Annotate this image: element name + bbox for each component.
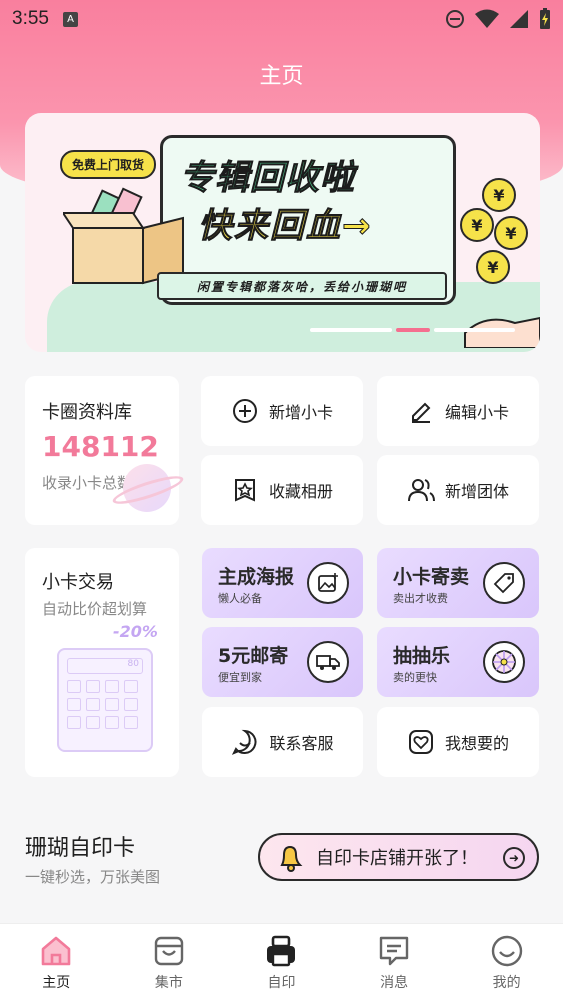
calculator-keys xyxy=(67,680,138,729)
battery-icon xyxy=(540,8,550,29)
add-group-label: 新增团体 xyxy=(444,482,509,501)
contact-service-label: 联系客服 xyxy=(269,734,334,753)
feature-consign[interactable]: 小卡寄卖 卖出才收费 xyxy=(377,548,539,618)
tab-print[interactable]: 自印 xyxy=(225,924,338,1002)
tab-label: 消息 xyxy=(380,975,409,991)
pagination-dot xyxy=(310,328,392,332)
feature-title: 小卡寄卖 xyxy=(393,566,470,588)
feature-subtitle: 卖出才收费 xyxy=(393,592,448,605)
feature-poster[interactable]: 主成海报 懒人必备 xyxy=(202,548,363,618)
tab-label: 集市 xyxy=(154,975,183,991)
coin-icon: ¥ xyxy=(494,216,528,250)
banner-badge: 免费上门取货 xyxy=(60,150,157,179)
do-not-disturb-icon xyxy=(446,10,464,28)
tab-label: 自印 xyxy=(267,975,296,991)
fav-album-button[interactable]: 收藏相册 xyxy=(201,455,363,525)
truck-icon xyxy=(307,641,349,683)
chat-smile-icon xyxy=(231,728,259,756)
group-icon xyxy=(407,476,435,504)
calculator-display: 80 xyxy=(67,658,143,674)
notification-icon: A xyxy=(62,11,78,27)
signal-icon xyxy=(510,10,528,28)
banner-headline-1: 专辑回收啦 xyxy=(180,158,355,199)
star-album-icon xyxy=(231,476,259,504)
arrow-right-icon: ➜ xyxy=(503,847,525,869)
message-icon xyxy=(379,936,409,966)
feature-subtitle: 卖的更快 xyxy=(393,671,437,684)
tab-messages[interactable]: 消息 xyxy=(338,924,451,1002)
tab-market[interactable]: 集市 xyxy=(113,924,226,1002)
fav-album-label: 收藏相册 xyxy=(268,482,333,501)
coin-icon: ¥ xyxy=(460,208,494,242)
library-count: 148112 xyxy=(42,430,159,463)
pagination-dot-active xyxy=(395,328,430,332)
tag-icon xyxy=(483,562,525,604)
status-bar: 3:55 A xyxy=(0,0,563,38)
feature-title: 主成海报 xyxy=(218,566,295,588)
tab-label: 我的 xyxy=(492,975,521,991)
wheel-icon xyxy=(483,641,525,683)
print-section-subtitle: 一键秒选，万张美图 xyxy=(25,868,161,886)
trade-discount: -20% xyxy=(113,622,158,641)
banner-pagination xyxy=(310,328,515,333)
library-title: 卡圈资料库 xyxy=(42,402,132,423)
print-shop-banner[interactable]: 自印卡店铺开张了！ ➜ xyxy=(258,833,539,881)
page-title: 主页 xyxy=(259,63,304,88)
library-subtitle: 收录小卡总数 xyxy=(42,474,133,492)
bell-icon xyxy=(280,845,303,872)
add-card-button[interactable]: 新增小卡 xyxy=(201,376,363,446)
image-add-icon xyxy=(307,562,349,604)
wishlist-button[interactable]: 我想要的 xyxy=(377,707,539,777)
smile-face-icon xyxy=(491,935,522,967)
trade-title: 小卡交易 xyxy=(42,572,114,593)
plus-circle-icon xyxy=(231,397,259,425)
banner-headline-2: 快来回血→ xyxy=(198,206,373,247)
edit-card-label: 编辑小卡 xyxy=(444,403,509,422)
feature-subtitle: 懒人必备 xyxy=(218,592,262,605)
trade-subtitle: 自动比价超划算 xyxy=(42,600,148,618)
heart-box-icon xyxy=(407,728,435,756)
contact-service-button[interactable]: 联系客服 xyxy=(202,707,363,777)
banner-subtitle: 闲置专辑都落灰哈，丢给小珊瑚吧 xyxy=(157,272,447,300)
add-card-label: 新增小卡 xyxy=(268,403,333,422)
status-time: 3:55 xyxy=(12,8,49,29)
home-icon xyxy=(41,936,71,966)
wifi-icon xyxy=(475,9,499,28)
print-shop-label: 自印卡店铺开张了！ xyxy=(316,848,478,869)
print-section-title: 珊瑚自印卡 xyxy=(25,836,136,861)
edit-card-button[interactable]: 编辑小卡 xyxy=(377,376,539,446)
tab-home[interactable]: 主页 xyxy=(0,924,113,1002)
pagination-dot xyxy=(433,328,515,332)
wishlist-label: 我想要的 xyxy=(444,734,509,753)
tab-profile[interactable]: 我的 xyxy=(450,924,563,1002)
feature-title: 5元邮寄 xyxy=(218,645,289,667)
printer-icon xyxy=(267,935,296,967)
bottom-tab-bar: 主页 集市 自印 消息 我的 xyxy=(0,923,563,1002)
coin-icon: ¥ xyxy=(482,178,516,212)
feature-shipping[interactable]: 5元邮寄 便宜到家 xyxy=(202,627,363,697)
card-library[interactable]: 卡圈资料库 148112 收录小卡总数 xyxy=(25,376,186,525)
feature-title: 抽抽乐 xyxy=(393,645,451,667)
card-trade[interactable]: 小卡交易 自动比价超划算 -20% 80 xyxy=(25,548,179,777)
coin-icon: ¥ xyxy=(476,250,510,284)
pen-icon xyxy=(407,397,435,425)
add-group-button[interactable]: 新增团体 xyxy=(377,455,539,525)
feature-lottery[interactable]: 抽抽乐 卖的更快 xyxy=(377,627,539,697)
tab-label: 主页 xyxy=(42,975,71,991)
feature-subtitle: 便宜到家 xyxy=(218,671,262,684)
shopping-bag-icon xyxy=(154,936,184,966)
calculator-icon: 80 xyxy=(57,648,153,752)
